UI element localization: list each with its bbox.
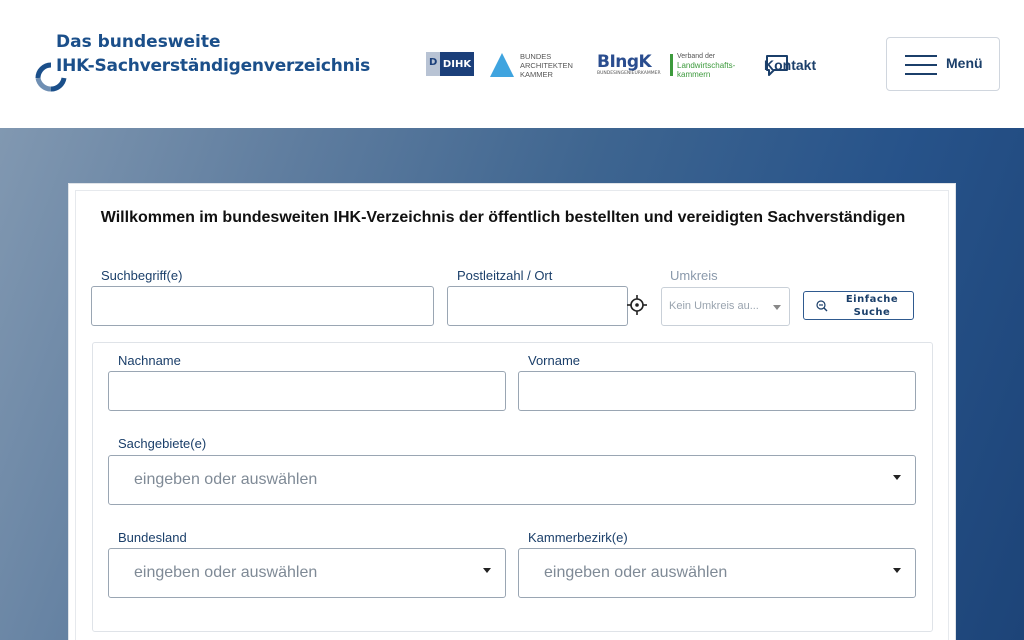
- simple-search-line2: Suche: [853, 307, 891, 318]
- bundesland-select[interactable]: eingeben oder auswählen: [108, 548, 506, 598]
- chevron-down-icon: [773, 305, 781, 310]
- site-header: Das bundesweite IHK-Sachverständigenverz…: [0, 0, 1024, 128]
- vorname-input[interactable]: [519, 372, 915, 410]
- nachname-input[interactable]: [109, 372, 505, 410]
- sachgebiete-label: Sachgebiete(e): [118, 436, 207, 451]
- vorname-label: Vorname: [528, 353, 581, 368]
- nachname-input-wrapper: [108, 371, 506, 411]
- vlk-line2: Landwirtschafts-: [677, 60, 736, 70]
- chevron-down-icon: [893, 475, 901, 480]
- vlk-line3: kammern: [677, 69, 711, 79]
- menu-label: Menü: [946, 55, 983, 71]
- suchbegriff-input-wrapper: [91, 286, 434, 326]
- kammerbezirk-placeholder: eingeben oder auswählen: [544, 564, 728, 581]
- bingk-main: BIngK: [597, 52, 652, 72]
- nachname-label: Nachname: [118, 353, 181, 368]
- partner-bingk-logo[interactable]: BIngK BUNDESINGENIEURKAMMER: [597, 50, 661, 80]
- vlk-line1: Verband der: [677, 52, 716, 60]
- kammerbezirk-label: Kammerbezirk(e): [528, 530, 628, 545]
- contact-label: Kontakt: [764, 57, 817, 73]
- partner-dihk-logo[interactable]: D DIHK: [426, 52, 474, 76]
- chevron-down-icon: [483, 568, 491, 573]
- plz-input-wrapper: [447, 286, 628, 326]
- chevron-down-icon: [893, 568, 901, 573]
- bak-line3: KAMMER: [520, 69, 553, 79]
- kammerbezirk-select[interactable]: eingeben oder auswählen: [518, 548, 916, 598]
- bak-line2: ARCHITEKTEN: [520, 60, 573, 70]
- logo-title-line1: Das bundesweite: [56, 32, 221, 52]
- bak-line1: BUNDES: [520, 51, 552, 61]
- plz-input[interactable]: [448, 287, 627, 325]
- logo-title-line2: IHK-Sachverständigenverzeichnis: [56, 56, 371, 76]
- plz-label: Postleitzahl / Ort: [457, 268, 553, 283]
- sachgebiete-placeholder: eingeben oder auswählen: [134, 471, 318, 488]
- sachgebiete-select[interactable]: eingeben oder auswählen: [108, 455, 916, 505]
- vlk-bar-icon: [670, 54, 673, 76]
- umkreis-placeholder: Kein Umkreis au...: [669, 300, 759, 312]
- site-logo[interactable]: Das bundesweite IHK-Sachverständigenverz…: [34, 30, 370, 94]
- hamburger-icon: [905, 55, 937, 75]
- umkreis-select[interactable]: Kein Umkreis au...: [661, 287, 790, 326]
- simple-search-button[interactable]: Einfache Suche: [803, 291, 914, 320]
- menu-button[interactable]: Menü: [886, 37, 1000, 91]
- suchbegriff-input[interactable]: [92, 287, 433, 325]
- page-title: Willkommen im bundesweiten IHK-Verzeichn…: [100, 209, 906, 226]
- partner-vlk-logo[interactable]: Verband der Landwirtschafts- kammern: [670, 50, 758, 80]
- bak-triangle-icon: [490, 53, 514, 77]
- zoom-out-icon: [816, 300, 828, 312]
- bundesland-placeholder: eingeben oder auswählen: [134, 564, 318, 581]
- dihk-label: DIHK: [440, 52, 474, 76]
- umkreis-label: Umkreis: [670, 268, 718, 283]
- bingk-sub: BUNDESINGENIEURKAMMER: [597, 71, 661, 76]
- bundesland-label: Bundesland: [118, 530, 187, 545]
- vorname-input-wrapper: [518, 371, 916, 411]
- partner-bak-logo[interactable]: BUNDES ARCHITEKTEN KAMMER: [490, 50, 580, 80]
- simple-search-line1: Einfache: [845, 294, 899, 305]
- contact-link[interactable]: Kontakt: [764, 52, 816, 78]
- crosshair-icon[interactable]: [627, 295, 647, 315]
- suchbegriff-label: Suchbegriff(e): [101, 268, 183, 283]
